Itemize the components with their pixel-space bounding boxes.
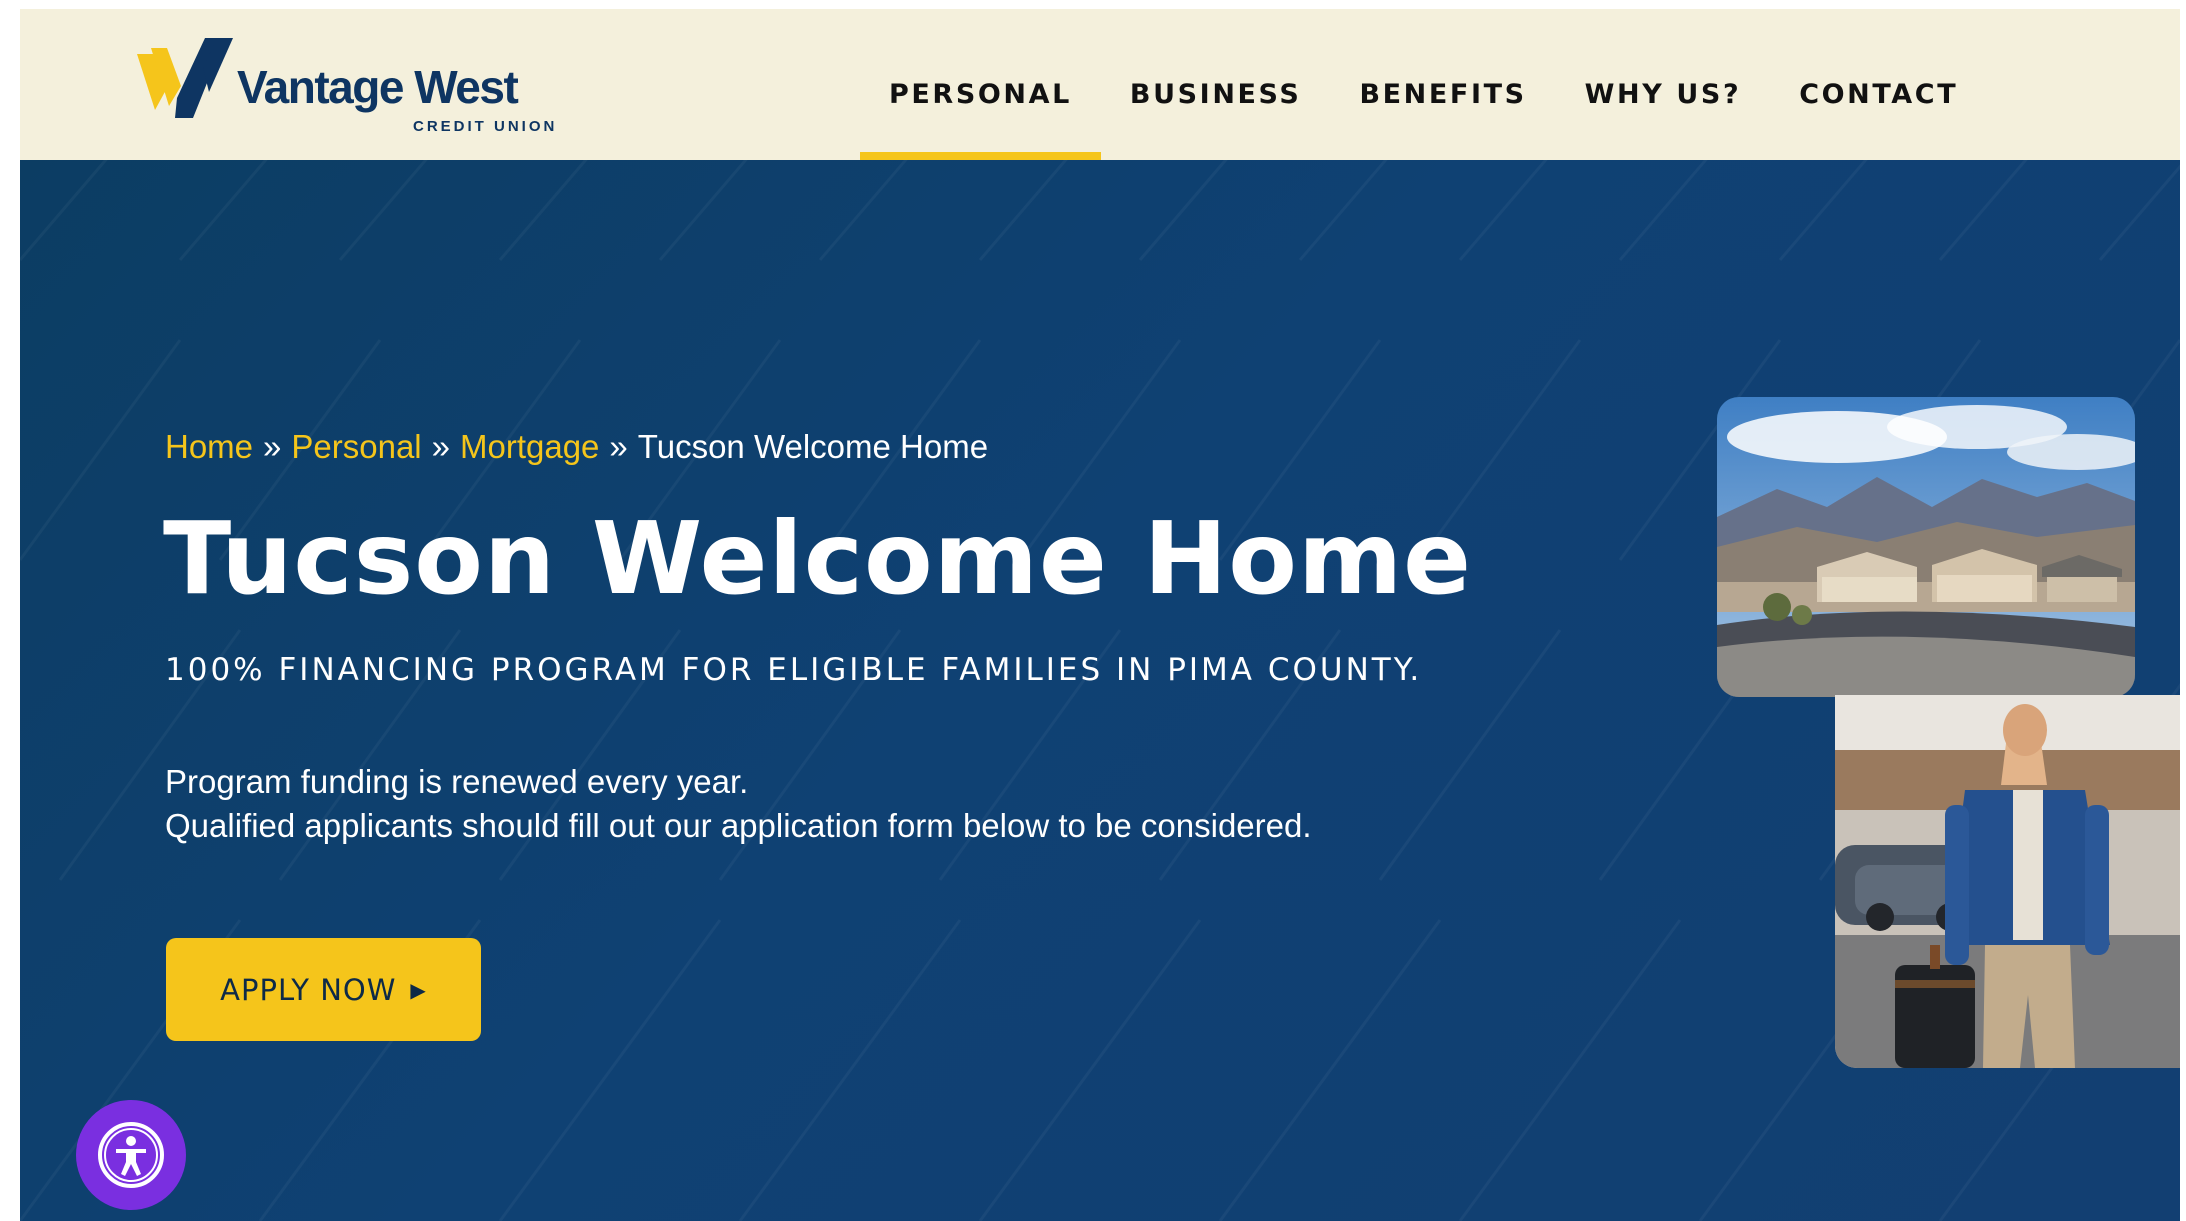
breadcrumb-separator: »	[263, 428, 282, 465]
main-nav: PERSONAL BUSINESS BENEFITS WHY US? CONTA…	[860, 9, 1987, 160]
breadcrumb-personal[interactable]: Personal	[291, 428, 421, 465]
logo-name: Vantage West	[237, 61, 519, 113]
hero-body-line-1: Program funding is renewed every year.	[165, 763, 749, 800]
breadcrumb-current: Tucson Welcome Home	[637, 428, 989, 465]
page-frame: Vantage West CREDIT UNION PERSONAL BUSIN…	[20, 9, 2180, 1221]
accessibility-icon	[98, 1122, 164, 1188]
man-with-suitcase-photo	[1835, 695, 2180, 1068]
caret-right-icon: ▶	[410, 977, 427, 1002]
breadcrumb-separator: »	[431, 428, 450, 465]
accessibility-button[interactable]	[76, 1100, 186, 1210]
vantage-west-logo[interactable]: Vantage West CREDIT UNION	[137, 38, 567, 138]
nav-item-why-us[interactable]: WHY US?	[1556, 9, 1771, 160]
apply-now-label: APPLY NOW	[220, 972, 397, 1007]
nav-item-contact[interactable]: CONTACT	[1770, 9, 1987, 160]
logo-mark-icon	[137, 38, 233, 118]
breadcrumb-mortgage[interactable]: Mortgage	[460, 428, 599, 465]
hero-subtitle: 100% FINANCING PROGRAM FOR ELIGIBLE FAMI…	[165, 652, 1423, 688]
page-title: Tucson Welcome Home	[163, 500, 1472, 617]
nav-item-business[interactable]: BUSINESS	[1101, 9, 1331, 160]
breadcrumb: Home» Personal» Mortgage» Tucson Welcome Ho…	[165, 428, 988, 466]
houses-mountains-photo	[1717, 397, 2135, 697]
logo-subname: CREDIT UNION	[413, 118, 558, 135]
breadcrumb-home[interactable]: Home	[165, 428, 253, 465]
apply-now-button[interactable]: APPLY NOW ▶	[166, 938, 481, 1041]
breadcrumb-separator: »	[609, 428, 628, 465]
hero-body-line-2: Qualified applicants should fill out our…	[165, 807, 1312, 844]
nav-item-personal[interactable]: PERSONAL	[860, 9, 1101, 160]
hero-section: Home» Personal» Mortgage» Tucson Welcome Ho…	[20, 160, 2180, 1221]
nav-item-benefits[interactable]: BENEFITS	[1330, 9, 1555, 160]
site-header: Vantage West CREDIT UNION PERSONAL BUSIN…	[20, 9, 2180, 160]
hero-body: Program funding is renewed every year. Q…	[165, 760, 1312, 848]
